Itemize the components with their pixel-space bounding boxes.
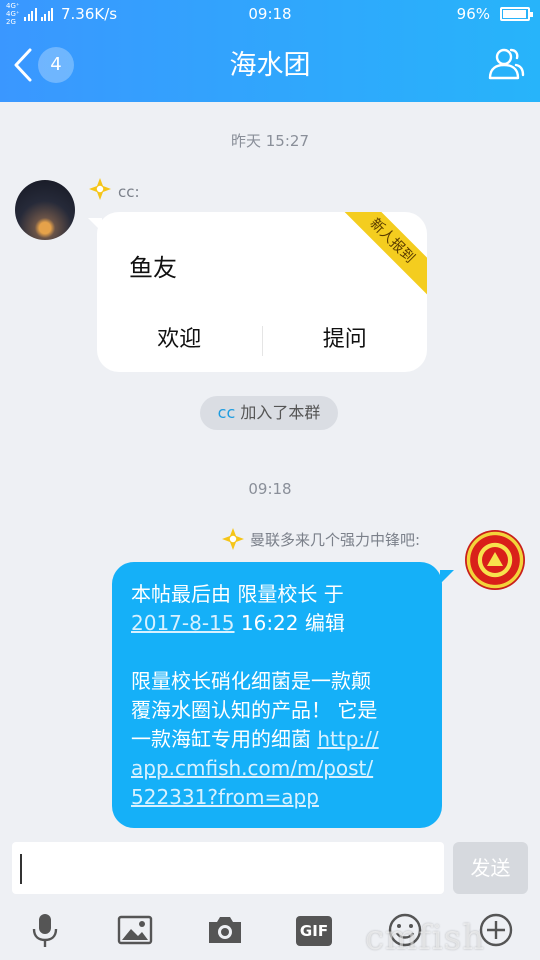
welcome-button[interactable]: 欢迎 — [97, 322, 262, 362]
ask-question-button[interactable]: 提问 — [263, 322, 428, 362]
image-icon[interactable] — [115, 910, 155, 950]
msg-line-2: 2017-8-15 16:22 编辑 — [131, 609, 424, 638]
msg-line-1: 本帖最后由 限量校长 于 — [131, 582, 344, 606]
timestamp-today: 09:18 — [248, 480, 292, 498]
member-star-icon — [89, 178, 111, 200]
joined-member-name[interactable]: cc — [218, 403, 236, 422]
post-link-part-2[interactable]: app.cmfish.com/m/post/ — [131, 756, 373, 780]
message-input[interactable] — [12, 842, 444, 894]
avatar-self[interactable] — [465, 530, 525, 590]
msg-line-4: 覆海水圈认知的产品！ 它是 — [131, 698, 378, 722]
joined-text: 加入了本群 — [240, 403, 321, 422]
msg-blank-line — [131, 638, 424, 667]
battery-percent: 96% — [456, 5, 490, 23]
bubble-tail-right — [440, 570, 454, 584]
card-title: 鱼友 — [129, 254, 177, 282]
msg-line-5-text: 一款海缸专用的细菌 — [131, 727, 318, 751]
timestamp-yesterday: 昨天 15:27 — [231, 132, 309, 150]
member-star-icon-2 — [222, 528, 244, 550]
top-header: 4G⁺ 4G⁺ 2G 7.36K/s 09:18 96% 4 海水团 — [0, 0, 540, 102]
post-link-part-1[interactable]: http:// — [317, 727, 378, 751]
post-message-bubble[interactable]: 本帖最后由 限量校长 于 2017-8-15 16:22 编辑 限量校长硝化细菌… — [112, 562, 442, 828]
msg-line-7: 522331?from=app — [131, 783, 424, 812]
new-member-ribbon: 新人报到 — [336, 212, 427, 297]
card-actions: 欢迎 提问 — [97, 322, 427, 362]
edit-time: 16:22 编辑 — [234, 611, 345, 635]
avatar-cc[interactable] — [15, 180, 75, 240]
status-right: 96% — [456, 0, 533, 28]
group-members-icon[interactable] — [486, 44, 526, 84]
post-link-part-3[interactable]: 522331?from=app — [131, 785, 319, 809]
chat-title: 海水团 — [229, 50, 311, 81]
watermark-logo: cmfish — [365, 918, 486, 958]
status-bar: 4G⁺ 4G⁺ 2G 7.36K/s 09:18 96% — [0, 0, 540, 28]
battery-icon — [500, 7, 533, 21]
send-button[interactable]: 发送 — [453, 842, 528, 894]
msg-line-3: 限量校长硝化细菌是一款颠 — [131, 669, 371, 693]
date-link[interactable]: 2017-8-15 — [131, 611, 235, 635]
system-join-notice: cc 加入了本群 — [200, 396, 338, 430]
sender-name-self: 曼联多来几个强力中锋吧: — [250, 531, 421, 549]
microphone-icon[interactable] — [25, 910, 65, 950]
msg-line-5: 一款海缸专用的细菌 http:// — [131, 725, 424, 754]
sender-name-cc: cc: — [118, 183, 140, 201]
new-member-card[interactable]: 鱼友 新人报到 欢迎 提问 — [97, 212, 427, 372]
gif-icon[interactable]: GIF — [296, 916, 332, 946]
club-crest-icon — [482, 547, 508, 573]
text-caret — [20, 854, 22, 884]
msg-line-6: app.cmfish.com/m/post/ — [131, 754, 424, 783]
camera-icon[interactable] — [205, 910, 245, 950]
